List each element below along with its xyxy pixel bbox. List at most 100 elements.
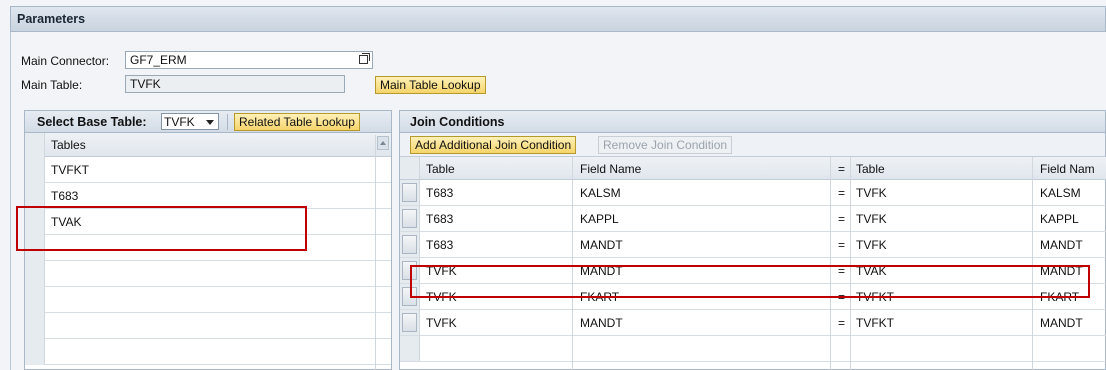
- tables-column-header: Tables: [51, 138, 86, 152]
- remove-join-condition-button[interactable]: Remove Join Condition: [598, 136, 733, 154]
- parameters-header: Parameters: [10, 6, 1106, 32]
- table-name: TVAK: [51, 215, 82, 229]
- column-header-field-name: Field Name: [580, 162, 642, 176]
- main-connector-value: GF7_ERM: [130, 53, 187, 67]
- row-selector[interactable]: [400, 180, 420, 205]
- cell-table-2: TVFK: [856, 238, 887, 252]
- row-select-button[interactable]: [402, 209, 417, 228]
- table-row[interactable]: [400, 336, 1106, 362]
- column-divider: [1032, 157, 1033, 370]
- list-item[interactable]: T683: [25, 183, 391, 209]
- main-table-field: TVFK: [125, 75, 345, 93]
- cell-field-name: MANDT: [580, 264, 623, 278]
- row-selector[interactable]: [400, 232, 420, 257]
- main-table-lookup-button[interactable]: Main Table Lookup: [375, 76, 486, 94]
- join-conditions-panel: Join Conditions Add Additional Join Cond…: [399, 110, 1106, 370]
- row-select-button[interactable]: [402, 235, 417, 254]
- table-row[interactable]: TVFK FKART = TVFKT FKART: [400, 284, 1106, 310]
- cell-table: T683: [426, 212, 454, 226]
- scrollbar-track[interactable]: [375, 135, 376, 370]
- row-selector[interactable]: [400, 336, 420, 361]
- row-selector[interactable]: [25, 209, 45, 235]
- cell-field-name: FKART: [580, 290, 620, 304]
- list-item[interactable]: [25, 339, 391, 365]
- row-select-button[interactable]: [402, 313, 417, 332]
- column-divider: [850, 157, 851, 370]
- cell-table: TVFK: [426, 264, 457, 278]
- cell-field-name-2: MANDT: [1040, 264, 1083, 278]
- table-row[interactable]: TVFK MANDT = TVAK MANDT: [400, 258, 1106, 284]
- row-selector[interactable]: [25, 157, 45, 183]
- base-table-panel-title: Select Base Table: TVFK Related Table Lo…: [25, 111, 391, 133]
- list-item[interactable]: [25, 235, 391, 261]
- select-all-cell[interactable]: [25, 133, 45, 157]
- cell-table-2: TVFKT: [856, 316, 894, 330]
- join-conditions-toolbar: Add Additional Join Condition Remove Joi…: [400, 133, 1105, 157]
- scroll-up-icon[interactable]: [377, 136, 389, 150]
- list-item[interactable]: TVFKT: [25, 157, 391, 183]
- cell-field-name-2: FKART: [1040, 290, 1080, 304]
- cell-field-name-2: KAPPL: [1040, 212, 1079, 226]
- table-name: TVFKT: [51, 163, 89, 177]
- main-connector-label: Main Connector:: [21, 54, 110, 68]
- row-selector[interactable]: [25, 235, 45, 261]
- cell-table: T683: [426, 238, 454, 252]
- table-name: T683: [51, 189, 79, 203]
- row-selector[interactable]: [25, 339, 45, 365]
- cell-equals: =: [838, 290, 846, 304]
- cell-table: TVFK: [426, 316, 457, 330]
- row-selector[interactable]: [400, 206, 420, 231]
- column-header-table-2: Table: [856, 162, 885, 176]
- cell-equals: =: [838, 316, 846, 330]
- cell-equals: =: [838, 212, 846, 226]
- row-selector[interactable]: [400, 258, 420, 283]
- cell-table-2: TVFKT: [856, 290, 894, 304]
- caret-down-icon: [206, 120, 214, 125]
- select-all-cell[interactable]: [400, 157, 420, 179]
- column-header-table: Table: [426, 162, 455, 176]
- cell-field-name: KAPPL: [580, 212, 619, 226]
- base-table-dropdown-value: TVFK: [164, 115, 195, 129]
- row-select-button[interactable]: [402, 287, 417, 306]
- row-selector[interactable]: [25, 313, 45, 339]
- column-header-field-name-2: Field Nam: [1040, 162, 1095, 176]
- cell-field-name-2: KALSM: [1040, 186, 1081, 200]
- column-divider: [572, 157, 573, 370]
- cell-table-2: TVAK: [856, 264, 887, 278]
- list-item[interactable]: TVAK: [25, 209, 391, 235]
- table-row[interactable]: T683 MANDT = TVFK MANDT: [400, 232, 1106, 258]
- add-join-condition-button[interactable]: Add Additional Join Condition: [410, 136, 577, 154]
- base-table-dropdown[interactable]: TVFK: [161, 113, 219, 130]
- base-table-panel: Select Base Table: TVFK Related Table Lo…: [24, 110, 392, 370]
- list-item[interactable]: [25, 287, 391, 313]
- row-selector[interactable]: [400, 284, 420, 309]
- cell-field-name: KALSM: [580, 186, 621, 200]
- column-divider: [830, 157, 831, 370]
- join-conditions-title: Join Conditions: [410, 115, 505, 129]
- main-connector-field[interactable]: GF7_ERM: [125, 51, 373, 69]
- cell-field-name: MANDT: [580, 316, 623, 330]
- table-row[interactable]: TVFK MANDT = TVFKT MANDT: [400, 310, 1106, 336]
- row-select-button[interactable]: [402, 261, 417, 280]
- cell-table: TVFK: [426, 290, 457, 304]
- row-select-button[interactable]: [402, 183, 417, 202]
- row-selector[interactable]: [25, 183, 45, 209]
- cell-equals: =: [838, 238, 846, 252]
- row-selector[interactable]: [25, 287, 45, 313]
- tables-header-row: Tables: [25, 133, 391, 157]
- cell-table-2: TVFK: [856, 186, 887, 200]
- related-table-lookup-button[interactable]: Related Table Lookup: [234, 113, 360, 131]
- cell-table: T683: [426, 186, 454, 200]
- cell-field-name-2: MANDT: [1040, 316, 1083, 330]
- join-conditions-table: Table Field Name = Table Field Nam T683 …: [400, 157, 1106, 362]
- toolbar-separator: [227, 114, 228, 130]
- row-selector[interactable]: [25, 261, 45, 287]
- restore-window-icon[interactable]: [359, 53, 370, 64]
- column-header-equals: =: [838, 162, 846, 176]
- table-row[interactable]: T683 KAPPL = TVFK KAPPL: [400, 206, 1106, 232]
- list-item[interactable]: [25, 261, 391, 287]
- table-row[interactable]: T683 KALSM = TVFK KALSM: [400, 180, 1106, 206]
- list-item[interactable]: [25, 313, 391, 339]
- table-header-row: Table Field Name = Table Field Nam: [400, 157, 1106, 180]
- row-selector[interactable]: [400, 310, 420, 335]
